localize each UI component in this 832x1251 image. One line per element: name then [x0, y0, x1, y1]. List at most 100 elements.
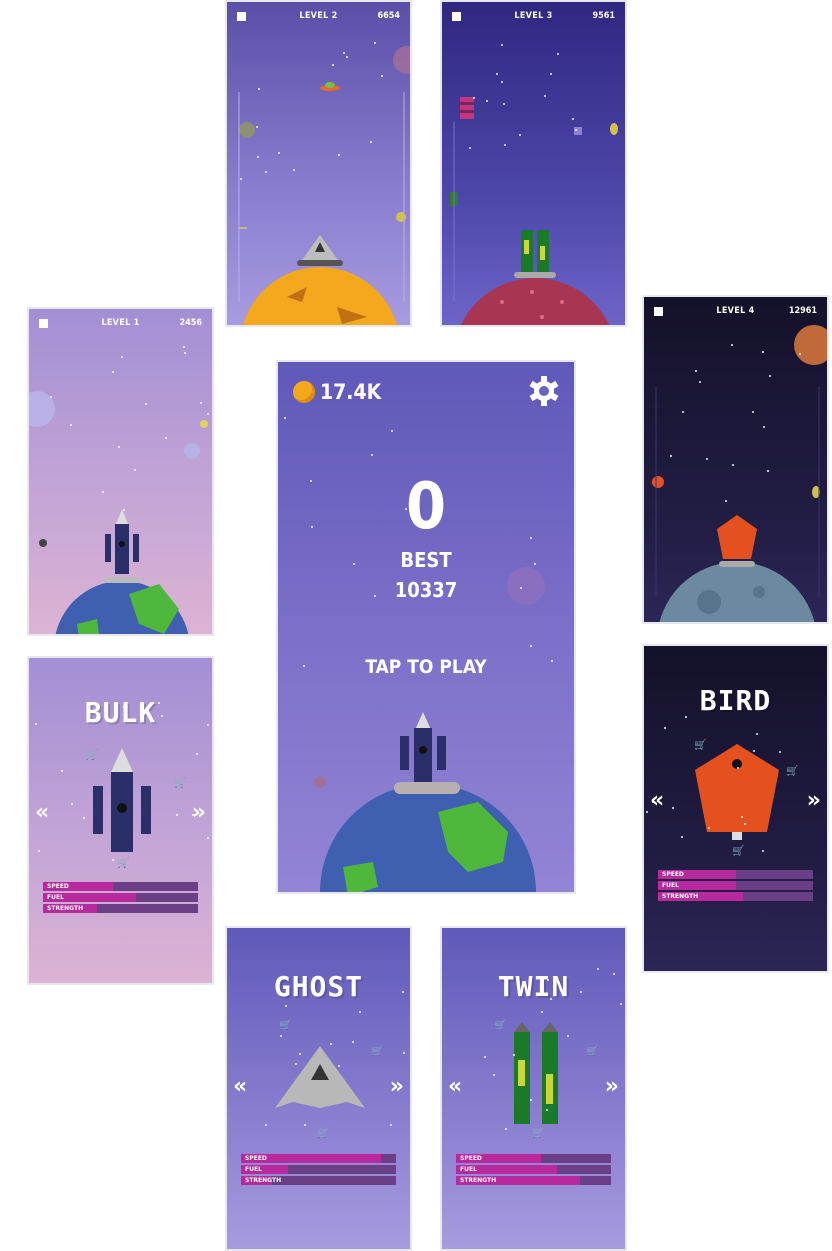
planet-icon	[184, 443, 200, 459]
star	[405, 508, 407, 510]
speed-bar: SPEED	[658, 870, 813, 879]
main-scene	[314, 567, 545, 892]
star	[504, 144, 506, 146]
star	[530, 1099, 532, 1101]
star	[752, 411, 754, 413]
star	[732, 464, 734, 466]
star	[664, 727, 666, 729]
star	[769, 375, 771, 377]
star	[725, 500, 727, 502]
speed-bar: SPEED	[43, 882, 198, 891]
star	[284, 417, 286, 419]
cart-icon: 🛒	[174, 776, 186, 789]
fuel-bar: FUEL	[456, 1165, 611, 1174]
star	[353, 563, 355, 565]
star	[763, 426, 765, 428]
fuel-bar: FUEL	[658, 881, 813, 890]
star	[196, 753, 198, 755]
strength-bar: STRENGTH	[658, 892, 813, 901]
star	[557, 53, 559, 55]
fuel-icon	[610, 123, 618, 135]
ship-name: TWIN	[497, 970, 570, 1003]
star	[240, 178, 242, 180]
stat-bars: SPEED FUEL STRENGTH	[43, 882, 198, 915]
star	[381, 75, 383, 77]
star	[303, 665, 305, 667]
star	[200, 402, 202, 404]
star	[192, 814, 194, 816]
star	[176, 814, 178, 816]
star	[505, 1128, 507, 1130]
ship-icon	[695, 744, 779, 832]
level-2-scene	[238, 46, 410, 325]
ship-name: BIRD	[699, 684, 772, 717]
star	[546, 1109, 548, 1111]
ship-select-twin: TWIN « » 🛒 🛒 🛒 SPEED FUEL STRENGTH	[440, 926, 627, 1251]
main-screen[interactable]: 17.4K 0 BEST 10337 TAP TO PLAY	[276, 360, 576, 894]
star	[183, 346, 185, 348]
star	[286, 978, 288, 980]
tap-to-play[interactable]: TAP TO PLAY	[278, 656, 574, 678]
fuel-bar: FUEL	[241, 1165, 396, 1174]
planet-icon	[393, 46, 410, 74]
ship-preview: 🛒 🛒 🛒	[694, 738, 798, 857]
ship-name: GHOST	[273, 970, 364, 1003]
star	[257, 156, 259, 158]
star	[541, 1011, 543, 1013]
planet-icon	[243, 267, 397, 325]
star	[613, 973, 615, 975]
star	[295, 1063, 297, 1065]
star	[762, 850, 764, 852]
star	[496, 73, 498, 75]
star	[551, 660, 553, 662]
star	[652, 801, 654, 803]
fuel-bar: FUEL	[43, 893, 198, 902]
star	[513, 1054, 515, 1056]
star	[207, 837, 209, 839]
star	[311, 526, 313, 528]
ship-name: BULK	[84, 696, 157, 729]
ship-preview: 🛒 🛒 🛒	[275, 1018, 383, 1139]
stat-bars: SPEED FUEL STRENGTH	[658, 870, 813, 903]
star	[753, 750, 755, 752]
star	[708, 827, 710, 829]
star	[123, 706, 125, 708]
ship-icon	[717, 515, 757, 559]
stat-bars: SPEED FUEL STRENGTH	[241, 1154, 396, 1187]
star	[346, 56, 348, 58]
star	[575, 129, 577, 131]
star	[38, 850, 40, 852]
star	[370, 141, 372, 143]
cart-icon: 🛒	[317, 1126, 329, 1139]
cart-icon: 🛒	[117, 856, 129, 869]
star	[83, 817, 85, 819]
star	[35, 723, 37, 725]
star	[161, 715, 163, 717]
star	[304, 1124, 306, 1126]
level-4-screen: LEVEL 4 12961	[642, 295, 829, 624]
star	[121, 356, 123, 358]
star	[685, 716, 687, 718]
star	[184, 352, 186, 354]
star	[534, 563, 536, 565]
ship-icon	[111, 748, 133, 772]
star	[402, 991, 404, 993]
star	[737, 767, 739, 769]
star	[332, 64, 334, 66]
star	[520, 587, 522, 589]
cart-icon: 🛒	[694, 738, 706, 751]
cart-icon: 🛒	[786, 764, 798, 777]
gear-icon[interactable]	[528, 375, 560, 407]
star	[681, 836, 683, 838]
strength-bar: STRENGTH	[43, 904, 198, 913]
level-4-scene	[652, 325, 827, 622]
star	[338, 154, 340, 156]
star	[646, 811, 648, 813]
star	[330, 1043, 332, 1045]
star	[501, 44, 503, 46]
ship-select-bulk: BULK « » 🛒 🛒 🛒 SPEED FUEL STRENGTH	[27, 656, 214, 985]
star	[799, 353, 801, 355]
planet-icon	[794, 325, 827, 365]
cart-icon: 🛒	[732, 844, 744, 857]
star	[519, 134, 521, 136]
